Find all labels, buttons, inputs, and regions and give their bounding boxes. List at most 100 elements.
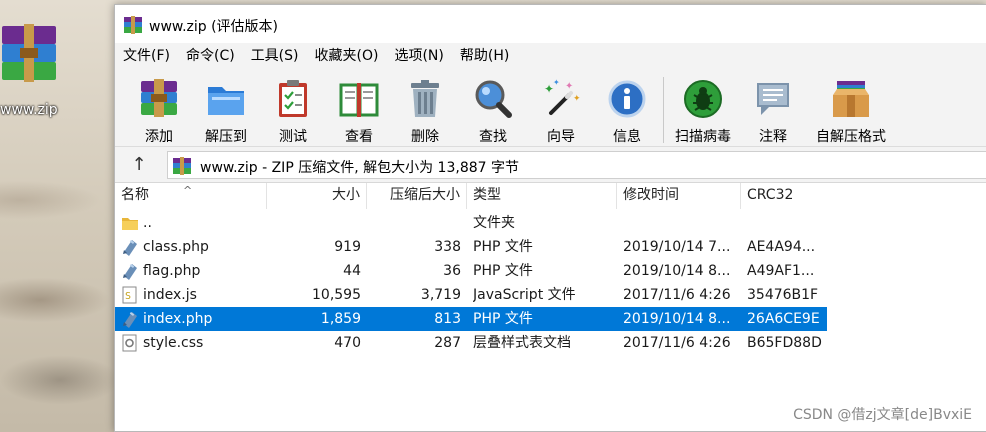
title-bar[interactable]: www.zip (评估版本) — [115, 5, 986, 43]
toolbar-separator — [663, 77, 664, 143]
cell-packed-size: 3,719 — [420, 287, 461, 303]
view-button[interactable]: 查看 — [333, 75, 385, 145]
window-title: www.zip (评估版本) — [149, 19, 279, 35]
column-name[interactable]: 名称 ^ — [115, 183, 267, 209]
winrar-app-icon — [124, 16, 142, 34]
add-label: 添加 — [145, 129, 173, 145]
menu-options[interactable]: 选项(N) — [386, 43, 451, 69]
cell-modified — [623, 211, 741, 235]
column-name-label: 名称 — [121, 187, 149, 203]
php-file-icon — [121, 262, 139, 280]
cell-name: index.js — [143, 287, 197, 303]
table-row[interactable]: flag.php 44 36 PHP 文件 2019/10/14 8... A49AF1.… — [115, 259, 827, 283]
add-archive-icon — [141, 79, 177, 117]
menu-bar: 文件(F) 命令(C) 工具(S) 收藏夹(O) 选项(N) 帮助(H) — [115, 43, 986, 69]
cell-size: 44 — [343, 263, 361, 279]
comment-bubble-icon — [757, 83, 789, 115]
menu-favorites[interactable]: 收藏夹(O) — [307, 43, 387, 69]
magic-wand-icon: ✦ ✦ ✦ ✦ — [544, 78, 581, 115]
cell-crc32: AE4A94... — [747, 239, 816, 255]
cell-size: 919 — [334, 239, 361, 255]
address-field[interactable]: www.zip - ZIP 压缩文件, 解包大小为 13,887 字节 — [167, 151, 986, 179]
comment-label: 注释 — [759, 129, 787, 145]
column-crc32[interactable]: CRC32 — [741, 183, 831, 209]
desktop-zip-file[interactable]: www.zip — [0, 18, 60, 118]
cell-crc32: B65FD88D — [747, 335, 822, 351]
column-packed-size[interactable]: 压缩后大小 — [367, 183, 467, 209]
cell-type: PHP 文件 — [473, 239, 533, 255]
php-file-icon — [121, 310, 139, 328]
cell-name: index.php — [143, 311, 213, 327]
delete-button[interactable]: 删除 — [399, 75, 451, 145]
info-icon — [608, 80, 646, 118]
info-button[interactable]: 信息 — [601, 75, 653, 145]
cell-name: .. — [143, 215, 152, 231]
winrar-archive-icon — [2, 24, 56, 82]
csdn-watermark: CSDN @借zj文章[de]BvxiE — [793, 407, 972, 423]
cell-type: 文件夹 — [473, 215, 515, 231]
zip-archive-icon — [173, 157, 191, 175]
cell-modified: 2019/10/14 7... — [623, 239, 731, 255]
cell-type: 层叠样式表文档 — [473, 335, 571, 351]
cell-size: 470 — [334, 335, 361, 351]
table-row[interactable]: index.php 1,859 813 PHP 文件 2019/10/14 8... 26… — [115, 307, 827, 331]
table-row[interactable]: .. 文件夹 — [115, 211, 827, 235]
cell-modified: 2019/10/14 8... — [623, 311, 731, 327]
cell-type: PHP 文件 — [473, 263, 533, 279]
extract-to-button[interactable]: 解压到 — [199, 75, 253, 145]
menu-file[interactable]: 文件(F) — [115, 43, 178, 69]
address-bar: ↑ www.zip - ZIP 压缩文件, 解包大小为 13,887 字节 — [115, 147, 986, 183]
cell-crc32 — [747, 211, 827, 235]
cell-name: style.css — [143, 335, 204, 351]
desktop-icon-label: www.zip — [0, 102, 58, 118]
column-type[interactable]: 类型 — [467, 183, 617, 209]
view-label: 查看 — [345, 129, 373, 145]
menu-commands[interactable]: 命令(C) — [178, 43, 243, 69]
list-header: 名称 ^ 大小 压缩后大小 类型 修改时间 CRC32 — [115, 183, 986, 209]
info-label: 信息 — [613, 129, 641, 145]
test-button[interactable]: 测试 — [267, 75, 319, 145]
comment-button[interactable]: 注释 — [747, 75, 799, 145]
book-icon — [339, 83, 379, 117]
virus-scan-button[interactable]: 扫描病毒 — [671, 75, 735, 145]
svg-text:S: S — [125, 291, 131, 302]
menu-tools[interactable]: 工具(S) — [243, 43, 307, 69]
cell-modified: 2017/11/6 4:26 — [623, 335, 731, 351]
cell-modified: 2017/11/6 4:26 — [623, 287, 731, 303]
folder-icon — [121, 214, 139, 232]
cell-packed-size: 36 — [443, 263, 461, 279]
cell-size — [267, 211, 361, 235]
svg-text:✦: ✦ — [553, 78, 560, 87]
trash-can-icon — [411, 80, 439, 117]
file-list: 名称 ^ 大小 压缩后大小 类型 修改时间 CRC32 .. 文件夹 class.p… — [115, 183, 986, 431]
virus-scan-icon — [684, 80, 722, 118]
cell-packed-size: 813 — [434, 311, 461, 327]
column-modified[interactable]: 修改时间 — [617, 183, 741, 209]
js-file-icon: S — [121, 286, 139, 304]
column-size[interactable]: 大小 — [267, 183, 367, 209]
cell-type: JavaScript 文件 — [473, 287, 576, 303]
find-button[interactable]: 查找 — [467, 75, 519, 145]
table-row[interactable]: class.php 919 338 PHP 文件 2019/10/14 7... AE4A… — [115, 235, 827, 259]
sort-ascending-icon: ^ — [183, 184, 193, 197]
wizard-label: 向导 — [547, 129, 575, 145]
svg-text:✦: ✦ — [565, 81, 573, 92]
add-button[interactable]: 添加 — [133, 75, 185, 145]
cell-size: 10,595 — [312, 287, 361, 303]
table-row[interactable]: style.css 470 287 层叠样式表文档 2017/11/6 4:26 B65F… — [115, 331, 827, 355]
cell-crc32: 35476B1F — [747, 287, 819, 303]
svg-text:✦: ✦ — [573, 94, 581, 104]
cell-packed-size: 338 — [434, 239, 461, 255]
php-file-icon — [121, 238, 139, 256]
cell-name: class.php — [143, 239, 209, 255]
up-arrow-icon[interactable]: ↑ — [129, 155, 149, 175]
cell-modified: 2019/10/14 8... — [623, 263, 731, 279]
virus-scan-label: 扫描病毒 — [675, 129, 731, 145]
table-row[interactable]: Sindex.js 10,595 3,719 JavaScript 文件 2017/11… — [115, 283, 827, 307]
sfx-button[interactable]: 自解压格式 — [809, 75, 893, 145]
extract-to-label: 解压到 — [205, 129, 247, 145]
cell-name: flag.php — [143, 263, 201, 279]
winrar-window: www.zip (评估版本) 文件(F) 命令(C) 工具(S) 收藏夹(O) … — [114, 4, 986, 432]
menu-help[interactable]: 帮助(H) — [452, 43, 517, 69]
wizard-button[interactable]: ✦ ✦ ✦ ✦ 向导 — [535, 75, 587, 145]
